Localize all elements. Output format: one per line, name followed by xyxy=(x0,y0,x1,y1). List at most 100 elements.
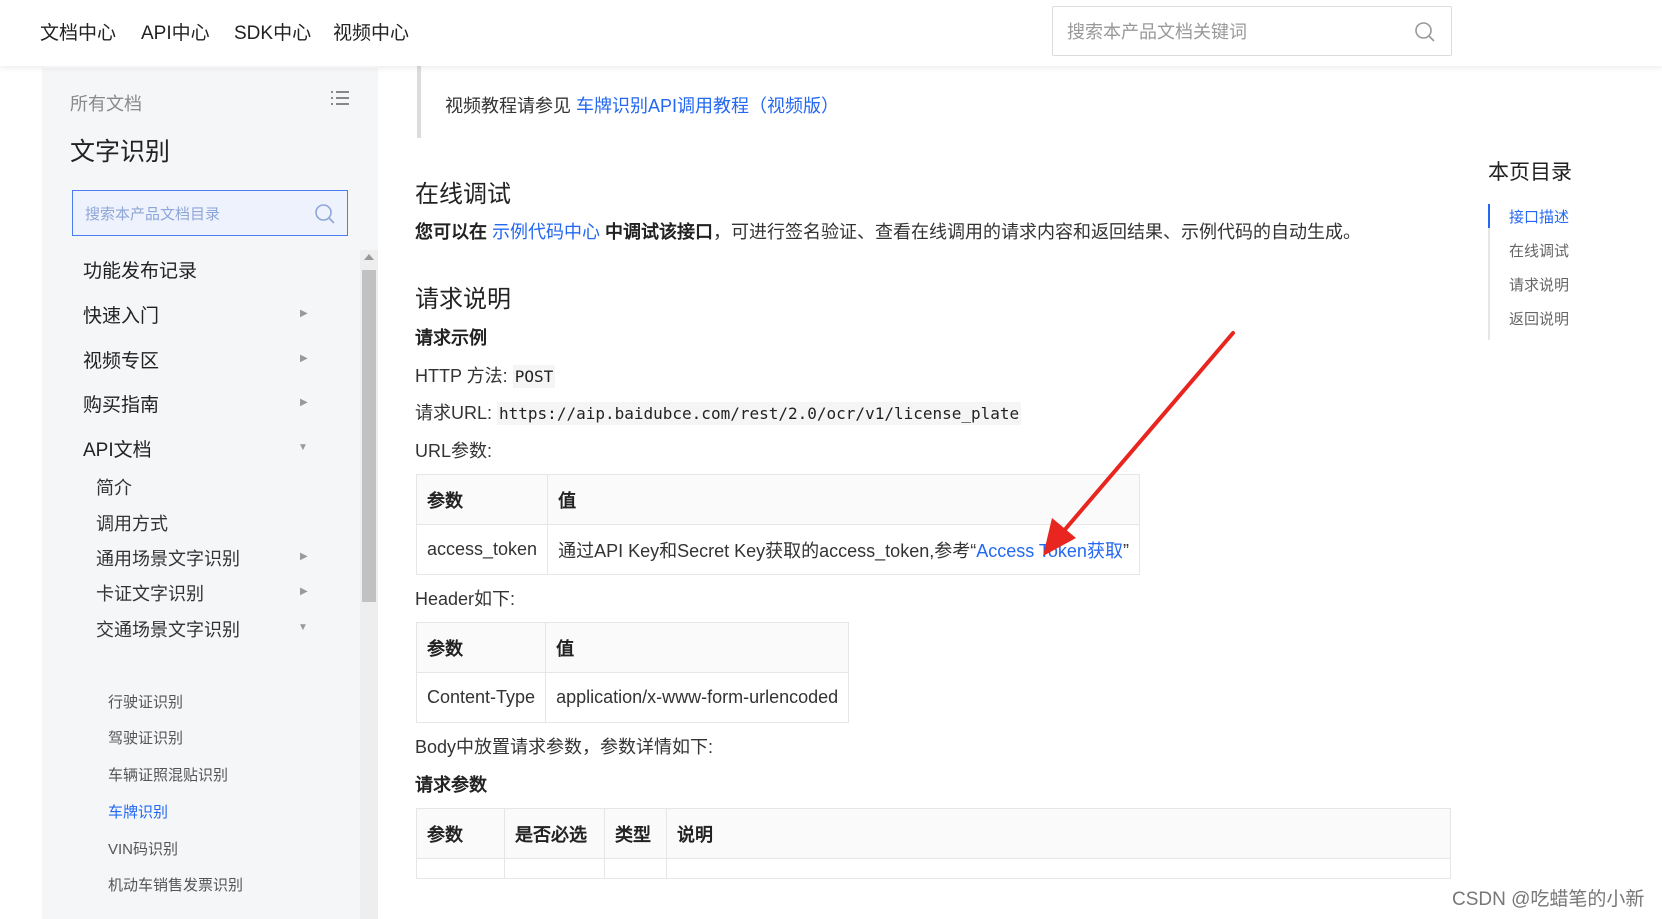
access-token-desc: 通过API Key和Secret Key获取的access_token,参考“ xyxy=(558,540,977,561)
page-toc: 本页目录 接口描述 在线调试 请求说明 返回说明 xyxy=(1488,156,1658,340)
http-method-label: HTTP 方法: xyxy=(415,366,513,386)
video-note-prefix: 视频教程请参见 xyxy=(445,96,577,116)
top-navigation: 文档中心 API中心 SDK中心 视频中心 xyxy=(0,0,1662,66)
request-params-title: 请求参数 xyxy=(415,775,487,795)
table-cell: access_token xyxy=(415,524,549,575)
chevron-right-icon[interactable]: ▶ xyxy=(300,586,308,597)
list-menu-icon[interactable] xyxy=(330,88,350,108)
sidebar: 所有文档 文字识别 功能发布记录 快速入门 ▶ 视频专区 ▶ 购买指南 ▶ AP… xyxy=(42,68,378,919)
header-label: Header如下: xyxy=(415,589,516,609)
sidebar-item-vin[interactable]: VIN码识别 xyxy=(108,838,178,859)
request-heading: 请求说明 xyxy=(415,286,511,313)
table-cell: 通过API Key和Secret Key获取的access_token,参考“A… xyxy=(547,524,1140,575)
header-table: 参数 值 Content-Type application/x-www-form… xyxy=(415,622,850,723)
all-docs-label[interactable]: 所有文档 xyxy=(70,90,142,116)
table-header-row: 参数 值 xyxy=(415,474,1140,525)
toc-item-interface-desc[interactable]: 接口描述 xyxy=(1509,206,1569,227)
table-header-cell: 参数 xyxy=(415,622,547,673)
sidebar-item-driver-license[interactable]: 驾驶证识别 xyxy=(108,727,183,748)
video-note-text: 视频教程请参见 车牌识别API调用教程（视频版） xyxy=(445,92,839,118)
toc-item-response[interactable]: 返回说明 xyxy=(1509,308,1569,329)
sidebar-item-purchase[interactable]: 购买指南 xyxy=(83,390,159,417)
sidebar-item-vehicle-mixed[interactable]: 车辆证照混贴识别 xyxy=(108,764,228,785)
http-method-line: HTTP 方法: POST xyxy=(415,362,556,388)
sample-code-center-link[interactable]: 示例代码中心 xyxy=(492,222,600,242)
table-cell xyxy=(416,858,505,879)
http-method-value: POST xyxy=(512,365,556,388)
request-example-title: 请求示例 xyxy=(415,328,487,348)
table-header-cell: 类型 xyxy=(604,808,667,859)
table-header-row: 参数 是否必选 类型 说明 xyxy=(416,808,1451,859)
sidebar-scrollbar[interactable] xyxy=(360,250,378,919)
sidebar-item-vehicle-license[interactable]: 行驶证识别 xyxy=(108,691,183,712)
scrollbar-thumb[interactable] xyxy=(362,270,376,602)
url-params-table: 参数 值 access_token 通过API Key和Secret Key获取… xyxy=(415,474,1140,575)
toc-item-online-debug[interactable]: 在线调试 xyxy=(1509,240,1569,261)
table-cell xyxy=(666,858,1451,879)
body-label: Body中放置请求参数，参数详情如下: xyxy=(415,737,714,757)
video-note-block: 视频教程请参见 车牌识别API调用教程（视频版） xyxy=(417,66,1417,138)
sidebar-item-release-notes[interactable]: 功能发布记录 xyxy=(83,256,197,283)
toc-item-request[interactable]: 请求说明 xyxy=(1509,274,1569,295)
sidebar-item-call-method[interactable]: 调用方式 xyxy=(96,510,168,536)
sidebar-search-input[interactable] xyxy=(85,203,305,225)
table-header-cell: 参数 xyxy=(416,808,505,859)
toc-title: 本页目录 xyxy=(1488,161,1572,184)
sidebar-item-api-docs[interactable]: API文档 xyxy=(83,435,152,462)
chevron-right-icon[interactable]: ▶ xyxy=(300,397,308,408)
table-header-cell: 是否必选 xyxy=(504,808,605,859)
table-cell: Content-Type xyxy=(415,672,547,723)
sidebar-item-quick-start[interactable]: 快速入门 xyxy=(83,301,159,328)
nav-api-center[interactable]: API中心 xyxy=(141,18,210,45)
request-params-table: 参数 是否必选 类型 说明 xyxy=(416,808,1451,879)
watermark: CSDN @吃蜡笔的小新 xyxy=(1452,889,1645,910)
chevron-right-icon[interactable]: ▶ xyxy=(300,308,308,319)
main-content: 视频教程请参见 车牌识别API调用教程（视频版） 在线调试 您可以在 示例代码中… xyxy=(378,66,1478,919)
sidebar-item-intro[interactable]: 简介 xyxy=(96,474,132,500)
online-debug-heading: 在线调试 xyxy=(415,181,511,208)
nav-doc-center[interactable]: 文档中心 xyxy=(40,18,116,45)
sidebar-item-general-ocr[interactable]: 通用场景文字识别 xyxy=(96,545,240,571)
request-url-label: 请求URL: xyxy=(415,403,498,423)
search-icon[interactable] xyxy=(313,202,337,226)
sidebar-search-box xyxy=(72,190,348,236)
online-debug-bold-2: 中调试该接口 xyxy=(600,222,714,242)
access-token-desc-suffix: ” xyxy=(1122,540,1129,561)
table-row xyxy=(416,858,1451,879)
url-params-label: URL参数: xyxy=(415,441,493,461)
request-url-value: https://aip.baidubce.com/rest/2.0/ocr/v1… xyxy=(497,402,1022,425)
scroll-up-icon[interactable] xyxy=(364,254,374,260)
online-debug-rest: ，可进行签名验证、查看在线调用的请求内容和返回结果、示例代码的自动生成。 xyxy=(713,222,1362,242)
chevron-right-icon[interactable]: ▶ xyxy=(300,551,308,562)
online-debug-text: 您可以在 示例代码中心 中调试该接口，可进行签名验证、查看在线调用的请求内容和返… xyxy=(415,218,1361,244)
table-header-cell: 值 xyxy=(545,622,850,673)
video-tutorial-link[interactable]: 车牌识别API调用教程（视频版） xyxy=(576,96,839,116)
table-header-cell: 值 xyxy=(547,474,1140,525)
table-header-cell: 说明 xyxy=(666,808,1451,859)
chevron-down-icon[interactable]: ▼ xyxy=(298,622,308,633)
chevron-right-icon[interactable]: ▶ xyxy=(300,353,308,364)
table-header-cell: 参数 xyxy=(415,474,549,525)
sidebar-item-traffic-ocr[interactable]: 交通场景文字识别 xyxy=(96,616,240,642)
online-debug-bold-1: 您可以在 xyxy=(415,222,493,242)
table-cell: application/x-www-form-urlencoded xyxy=(545,672,850,723)
table-cell xyxy=(504,858,605,879)
access-token-link[interactable]: Access Token获取 xyxy=(976,541,1123,561)
table-row: Content-Type application/x-www-form-urle… xyxy=(415,672,850,723)
sidebar-item-license-plate[interactable]: 车牌识别 xyxy=(108,801,168,822)
sidebar-item-vehicle-invoice[interactable]: 机动车销售发票识别 xyxy=(108,874,243,895)
chevron-down-icon[interactable]: ▼ xyxy=(298,442,308,453)
top-search-input[interactable] xyxy=(1067,19,1407,45)
sidebar-item-video[interactable]: 视频专区 xyxy=(83,346,159,373)
search-icon[interactable] xyxy=(1413,20,1437,44)
top-search-box xyxy=(1052,6,1452,56)
sidebar-item-card-ocr[interactable]: 卡证文字识别 xyxy=(96,580,204,606)
table-row: access_token 通过API Key和Secret Key获取的acce… xyxy=(415,524,1140,575)
request-url-line: 请求URL: https://aip.baidubce.com/rest/2.0… xyxy=(415,399,1022,425)
nav-sdk-center[interactable]: SDK中心 xyxy=(234,18,311,45)
nav-video-center[interactable]: 视频中心 xyxy=(333,18,409,45)
toc-rail xyxy=(1488,204,1490,340)
table-header-row: 参数 值 xyxy=(415,622,850,673)
table-cell xyxy=(604,858,667,879)
toc-active-mark xyxy=(1488,204,1490,228)
